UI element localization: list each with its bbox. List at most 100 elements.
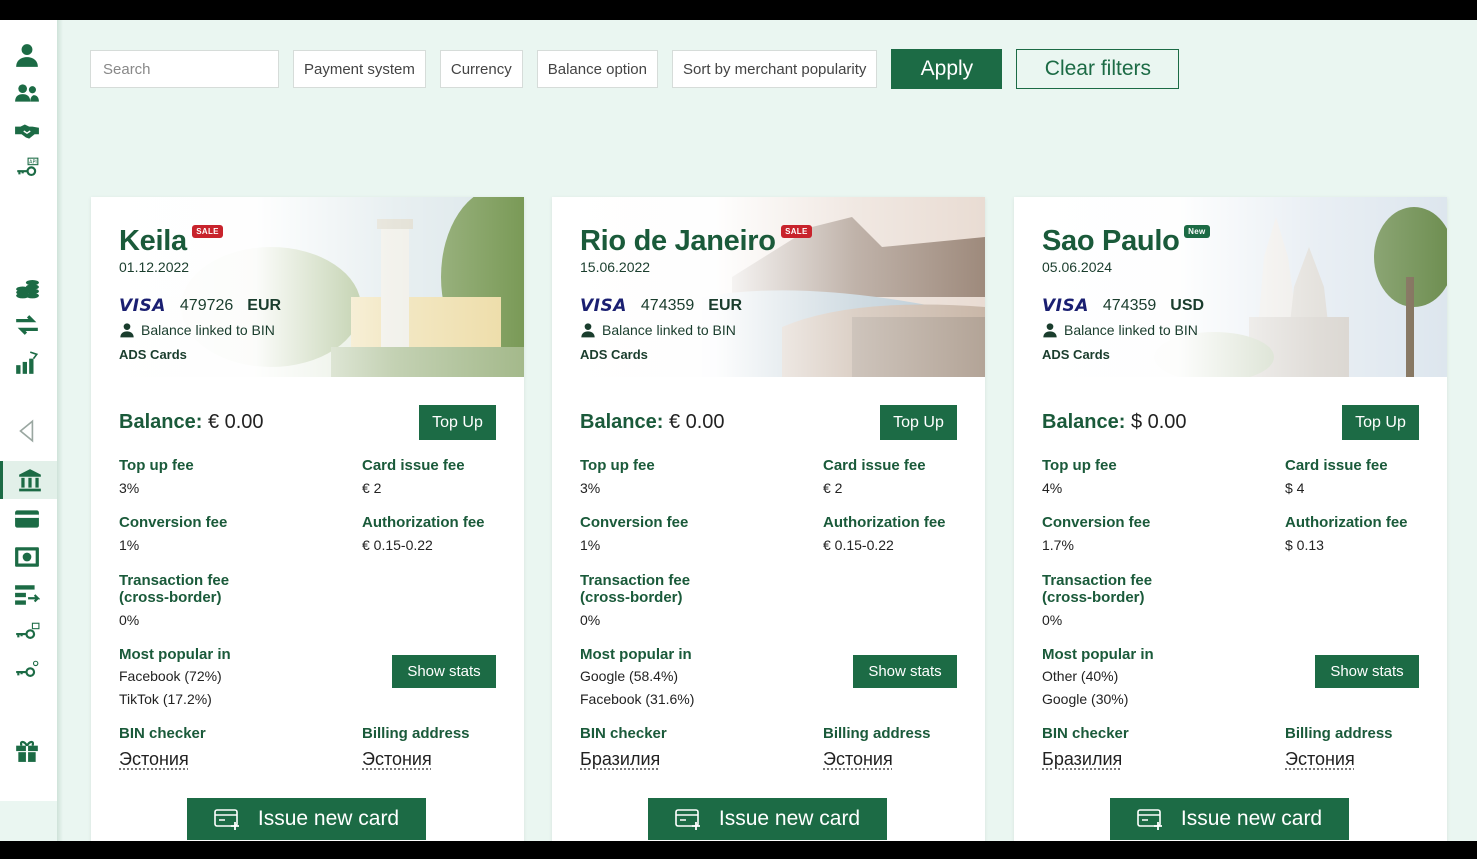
- top-up-fee-value: 3%: [580, 480, 601, 496]
- authorization-fee-value: € 0.15-0.22: [362, 537, 433, 553]
- bin-row: VISA 474359 EUR: [580, 296, 812, 316]
- sidebar: API: [0, 20, 58, 801]
- show-stats-button[interactable]: Show stats: [853, 655, 957, 688]
- popular-item: Facebook (31.6%): [580, 691, 695, 707]
- list-transfer-icon[interactable]: [12, 582, 42, 608]
- card-title: Sao Paulo: [1042, 225, 1180, 257]
- balance-label: Balance:: [119, 411, 203, 433]
- transaction-fee-value: 0%: [119, 612, 140, 628]
- card-add-icon: [675, 809, 700, 830]
- currency-select[interactable]: Currency: [439, 50, 523, 88]
- transaction-fee: Transaction fee (cross-border) 0%: [580, 572, 690, 628]
- billing-address-label: Billing address: [823, 725, 931, 742]
- transaction-fee-sublabel: (cross-border): [580, 589, 683, 606]
- top-up-button[interactable]: Top Up: [1342, 405, 1419, 440]
- show-stats-button[interactable]: Show stats: [392, 655, 496, 688]
- authorization-fee-value: $ 0.13: [1285, 537, 1324, 553]
- apply-button[interactable]: Apply: [891, 49, 1003, 89]
- key-icon[interactable]: [12, 620, 42, 646]
- billing-address-value[interactable]: Эстония: [823, 749, 893, 769]
- card-title: Keila: [119, 225, 187, 257]
- bin-checker-label: BIN checker: [119, 725, 206, 742]
- most-popular-label: Most popular in: [1042, 646, 1154, 663]
- conversion-fee-value: 1%: [580, 537, 601, 553]
- svg-text:API: API: [29, 160, 37, 166]
- balance-label: Balance:: [1042, 411, 1126, 433]
- transaction-fee-label: Transaction fee: [119, 572, 230, 589]
- visa-logo: VISA: [580, 296, 627, 316]
- handshake-icon[interactable]: [12, 118, 42, 144]
- card-hero: Sao Paulo New 05.06.2024 VISA 474359 USD…: [1014, 197, 1447, 377]
- new-badge: New: [1184, 225, 1210, 238]
- authorization-fee-label: Authorization fee: [1285, 514, 1408, 531]
- balance-option-select[interactable]: Balance option: [536, 50, 658, 88]
- user-icon: [581, 323, 595, 338]
- bank-icon[interactable]: [0, 461, 57, 499]
- card-add-icon: [1137, 809, 1162, 830]
- key-alt-icon[interactable]: [12, 658, 42, 684]
- billing-address: Billing address Эстония: [823, 725, 931, 770]
- collapse-icon[interactable]: [12, 418, 42, 444]
- balance-linked: Balance linked to BIN: [580, 322, 812, 338]
- balance-label: Balance:: [580, 411, 664, 433]
- user-icon: [120, 323, 134, 338]
- provider-label: ADS Cards: [119, 347, 187, 362]
- card-header: Sao Paulo New 05.06.2024 VISA 474359 USD…: [1042, 225, 1210, 362]
- popular-item: TikTok (17.2%): [119, 691, 212, 707]
- chart-icon[interactable]: [12, 350, 42, 376]
- bin-number: 474359: [640, 297, 695, 314]
- issue-new-card-button[interactable]: Issue new card: [648, 798, 887, 840]
- issue-new-card-button[interactable]: Issue new card: [1110, 798, 1349, 840]
- conversion-fee-value: 1%: [119, 537, 140, 553]
- search-input[interactable]: [101, 59, 268, 79]
- transaction-fee-sublabel: (cross-border): [119, 589, 222, 606]
- card-body: Balance: € 0.00 Top Up Top up fee 3% Card…: [91, 377, 524, 795]
- bin-checker-value[interactable]: Эстония: [119, 749, 189, 769]
- top-up-button[interactable]: Top Up: [880, 405, 957, 440]
- transaction-fee-label: Transaction fee: [580, 572, 691, 589]
- clear-filters-button[interactable]: Clear filters: [1016, 49, 1180, 89]
- top-up-button[interactable]: Top Up: [419, 405, 496, 440]
- api-key-icon[interactable]: API: [12, 156, 42, 182]
- card-date: 15.06.2022: [580, 259, 651, 275]
- transaction-fee: Transaction fee (cross-border) 0%: [1042, 572, 1152, 628]
- coins-icon[interactable]: [12, 274, 42, 300]
- bin-checker-value[interactable]: Бразилия: [1042, 749, 1122, 769]
- card-issue-fee-label: Card issue fee: [1285, 457, 1388, 474]
- bin-checker-value[interactable]: Бразилия: [580, 749, 660, 769]
- billing-address-label: Billing address: [1285, 725, 1393, 742]
- card-icon[interactable]: [12, 506, 42, 532]
- payment-system-select[interactable]: Payment system: [293, 50, 426, 88]
- billing-address-value[interactable]: Эстония: [1285, 749, 1355, 769]
- user-icon[interactable]: [12, 42, 42, 68]
- sort-select[interactable]: Sort by merchant popularity: [671, 50, 878, 88]
- card-issue-fee: Card issue fee € 2: [362, 457, 465, 496]
- card-title: Rio de Janeiro: [580, 225, 776, 257]
- authorization-fee-label: Authorization fee: [823, 514, 946, 531]
- search-box[interactable]: [90, 50, 279, 88]
- users-icon[interactable]: [12, 80, 42, 106]
- billing-address-value[interactable]: Эстония: [362, 749, 432, 769]
- billing-address: Billing address Эстония: [1285, 725, 1393, 770]
- card-issue-fee-value: € 2: [362, 480, 382, 496]
- card-issue-fee-label: Card issue fee: [362, 457, 465, 474]
- sale-badge: SALE: [192, 225, 223, 238]
- top-up-fee-label: Top up fee: [1042, 457, 1117, 474]
- cash-icon[interactable]: [12, 544, 42, 570]
- card-issue-fee: Card issue fee € 2: [823, 457, 926, 496]
- most-popular: Most popular in Other (40%) Google (30%): [1042, 646, 1154, 711]
- gift-icon[interactable]: [12, 737, 42, 763]
- visa-logo: VISA: [1042, 296, 1089, 316]
- show-stats-button[interactable]: Show stats: [1315, 655, 1419, 688]
- transfer-icon[interactable]: [12, 312, 42, 338]
- top-up-fee: Top up fee 3%: [580, 457, 655, 496]
- issue-new-card-button[interactable]: Issue new card: [187, 798, 426, 840]
- linked-label: Balance linked to BIN: [602, 322, 736, 338]
- bin-row: VISA 474359 USD: [1042, 296, 1210, 316]
- visa-logo: VISA: [119, 296, 166, 316]
- conversion-fee-value: 1.7%: [1042, 537, 1074, 553]
- card-issue-fee-value: $ 4: [1285, 480, 1305, 496]
- balance: Balance: € 0.00: [580, 411, 725, 434]
- authorization-fee: Authorization fee € 0.15-0.22: [823, 514, 946, 553]
- balance: Balance: € 0.00: [119, 411, 264, 434]
